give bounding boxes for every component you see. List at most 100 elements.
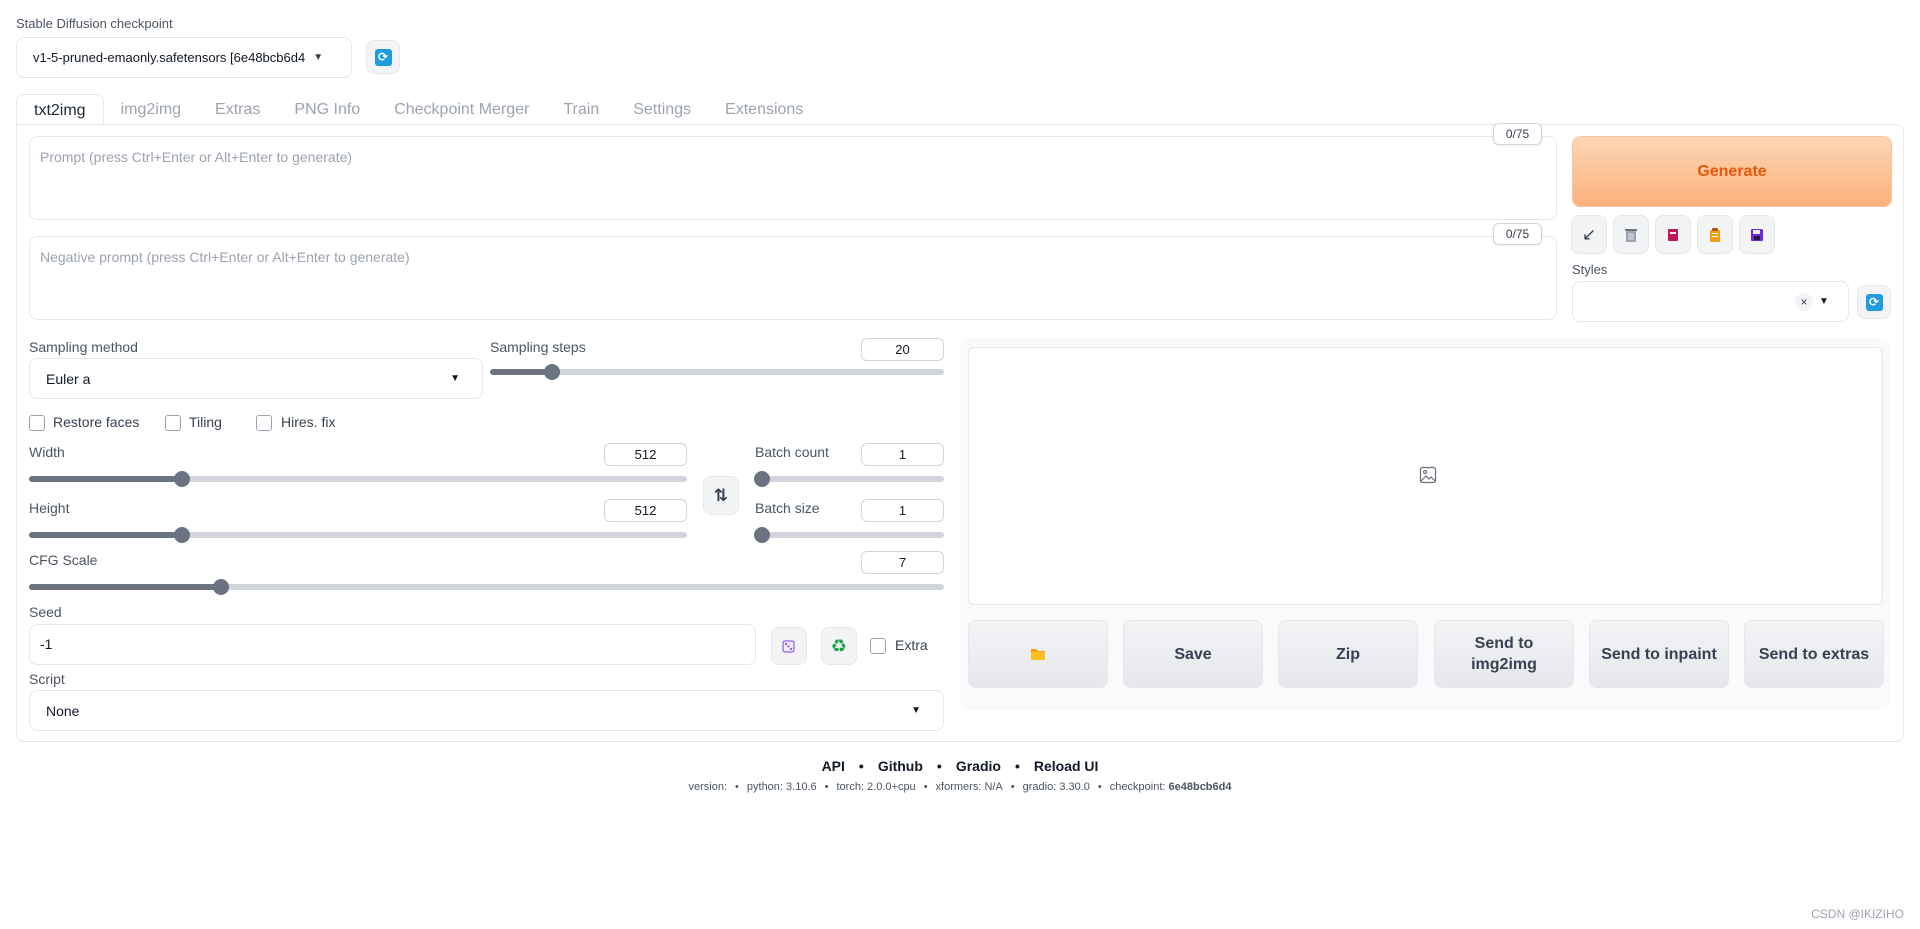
tab-checkpoint-merger[interactable]: Checkpoint Merger [377,94,546,125]
send-to-img2img-button[interactable]: Send to img2img [1434,620,1574,688]
random-seed-button[interactable] [771,627,807,665]
restore-faces-checkbox[interactable] [29,415,45,431]
extra-seed-checkbox[interactable] [870,638,886,654]
checkpoint-select[interactable]: v1-5-pruned-emaonly.safetensors [6e48bcb… [16,37,352,78]
checkpoint-value: v1-5-pruned-emaonly.safetensors [6e48bcb… [33,50,306,65]
cfg-scale-input[interactable]: 7 [861,551,944,574]
footer-link-github[interactable]: Github [878,758,923,774]
sampling-method-select[interactable]: Euler a ▼ [29,358,483,399]
trash-icon [1625,228,1637,242]
checkpoint-hash[interactable]: 6e48bcb6d4 [1169,781,1232,793]
tab-settings[interactable]: Settings [616,94,708,125]
save-disk-icon [1751,228,1763,241]
slider-thumb[interactable] [754,471,770,487]
chevron-down-icon: ▼ [313,52,324,63]
seed-input[interactable]: -1 [29,624,756,665]
height-slider[interactable] [29,527,687,543]
tab-img2img[interactable]: img2img [104,94,198,125]
chevron-down-icon: ▼ [1819,296,1829,307]
batch-count-input[interactable]: 1 [861,443,944,466]
width-slider[interactable] [29,471,687,487]
clear-prompt-button[interactable] [1613,215,1649,254]
swap-arrows-icon: ⇅ [713,485,729,505]
send-to-img2img-line1: Send to [1474,635,1534,652]
gradio-version: gradio: 3.30.0 [1022,781,1090,793]
image-placeholder-icon [1419,466,1437,484]
read-params-button[interactable]: ↙ [1571,215,1607,254]
tab-extensions[interactable]: Extensions [708,94,820,125]
sampling-method-value: Euler a [46,370,91,387]
height-input[interactable]: 512 [604,499,687,522]
footer-separator: • [858,758,864,774]
height-label: Height [29,500,70,516]
sampling-steps-input[interactable]: 20 [861,338,944,361]
send-to-inpaint-button[interactable]: Send to inpaint [1589,620,1729,688]
tiling-label: Tiling [189,414,222,430]
extra-seed-label: Extra [895,637,928,653]
extra-networks-button[interactable] [1655,215,1691,254]
reuse-seed-button[interactable]: ♻ [821,627,857,665]
sampling-method-label: Sampling method [29,339,138,355]
checkpoint-label: Stable Diffusion checkpoint [16,16,173,31]
save-button[interactable]: Save [1123,620,1263,688]
hires-fix-label: Hires. fix [281,414,336,430]
chevron-down-icon: ▼ [911,705,921,716]
refresh-icon: ⟳ [374,48,392,66]
batch-size-slider[interactable] [754,527,944,543]
tab-txt2img[interactable]: txt2img [16,94,104,125]
refresh-checkpoint-button[interactable]: ⟳ [366,40,400,74]
batch-count-label: Batch count [755,444,829,460]
footer-link-gradio[interactable]: Gradio [956,758,1001,774]
refresh-styles-button[interactable]: ⟳ [1857,285,1891,319]
styles-label: Styles [1572,262,1608,277]
generate-button[interactable]: Generate [1572,136,1892,207]
checkpoint-version-label: checkpoint: [1109,781,1166,793]
zip-button[interactable]: Zip [1278,620,1418,688]
apply-style-button[interactable] [1697,215,1733,254]
slider-thumb[interactable] [173,471,190,487]
save-style-button[interactable] [1739,215,1775,254]
version-label: version: [688,781,728,793]
refresh-icon: ⟳ [1865,293,1883,311]
arrow-icon: ↙ [1581,224,1597,244]
python-version: python: 3.10.6 [746,781,817,793]
xformers-version: xformers: N/A [935,781,1003,793]
script-value: None [46,702,80,719]
tiling-checkbox[interactable] [165,415,181,431]
script-select[interactable]: None ▼ [29,690,944,731]
recycle-icon: ♻ [830,635,848,656]
hires-fix-checkbox[interactable] [256,415,272,431]
styles-select[interactable]: × ▼ [1572,281,1849,322]
footer-link-api[interactable]: API [822,758,845,774]
batch-size-input[interactable]: 1 [861,499,944,522]
negative-prompt-input[interactable]: Negative prompt (press Ctrl+Enter or Alt… [29,236,1557,320]
send-to-extras-button[interactable]: Send to extras [1744,620,1884,688]
batch-size-label: Batch size [755,500,820,516]
swap-dimensions-button[interactable]: ⇅ [703,476,739,515]
dice-icon [782,640,795,653]
tab-train[interactable]: Train [546,94,616,125]
tab-png-info[interactable]: PNG Info [277,94,377,125]
batch-count-slider[interactable] [754,471,944,487]
clear-styles-icon[interactable]: × [1795,293,1813,311]
footer-link-reload-ui[interactable]: Reload UI [1034,758,1099,774]
chevron-down-icon: ▼ [450,373,460,384]
width-input[interactable]: 512 [604,443,687,466]
prompt-input[interactable]: Prompt (press Ctrl+Enter or Alt+Enter to… [29,136,1557,220]
sampling-steps-label: Sampling steps [490,339,586,355]
seed-label: Seed [29,604,62,620]
restore-faces-label: Restore faces [53,414,140,430]
width-label: Width [29,444,65,460]
cfg-scale-slider[interactable] [29,579,944,595]
slider-thumb[interactable] [543,364,560,380]
tab-extras[interactable]: Extras [198,94,277,125]
output-gallery[interactable] [968,347,1883,605]
open-folder-button[interactable] [968,620,1108,688]
cfg-scale-label: CFG Scale [29,552,98,568]
torch-version: torch: 2.0.0+cpu [836,781,916,793]
sampling-steps-slider[interactable] [490,364,944,380]
footer-separator: • [1014,758,1020,774]
footer-separator: • [936,758,942,774]
slider-thumb[interactable] [173,527,190,543]
slider-thumb[interactable] [754,527,770,543]
